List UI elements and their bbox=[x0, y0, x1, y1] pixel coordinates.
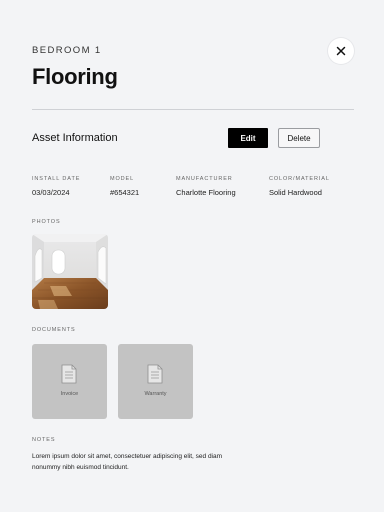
page-title: Flooring bbox=[32, 64, 118, 89]
photos-heading: PHOTOS bbox=[32, 219, 61, 225]
detail-label-manufacturer: MANUFACTURER bbox=[176, 176, 233, 182]
room-photo-image bbox=[32, 234, 108, 309]
notes-heading: NOTES bbox=[32, 437, 56, 443]
detail-label-install-date: INSTALL DATE bbox=[32, 176, 81, 182]
close-icon bbox=[336, 46, 346, 56]
edit-button[interactable]: Edit bbox=[228, 128, 268, 148]
detail-label-color-material: COLOR/MATERIAL bbox=[269, 176, 330, 182]
document-label-invoice: Invoice bbox=[60, 391, 79, 397]
room-photo[interactable] bbox=[32, 234, 108, 309]
document-card-invoice[interactable]: Invoice bbox=[32, 344, 107, 419]
detail-value-color-material: Solid Hardwood bbox=[269, 188, 322, 197]
document-icon bbox=[61, 364, 77, 384]
detail-value-manufacturer: Charlotte Flooring bbox=[176, 188, 236, 197]
close-button[interactable] bbox=[328, 38, 354, 64]
detail-label-model: MODEL bbox=[110, 176, 135, 182]
documents-heading: DOCUMENTS bbox=[32, 327, 76, 333]
notes-text: Lorem ipsum dolor sit amet, consectetuer… bbox=[32, 453, 223, 471]
delete-button[interactable]: Delete bbox=[278, 128, 320, 148]
header-divider bbox=[32, 109, 354, 110]
document-card-warranty[interactable]: Warranty bbox=[118, 344, 193, 419]
document-icon bbox=[147, 364, 163, 384]
page-eyebrow: BEDROOM 1 bbox=[32, 45, 102, 56]
detail-value-install-date: 03/03/2024 bbox=[32, 188, 70, 197]
asset-info-heading: Asset Information bbox=[32, 132, 118, 144]
document-label-warranty: Warranty bbox=[144, 391, 167, 397]
detail-value-model: #654321 bbox=[110, 188, 140, 197]
